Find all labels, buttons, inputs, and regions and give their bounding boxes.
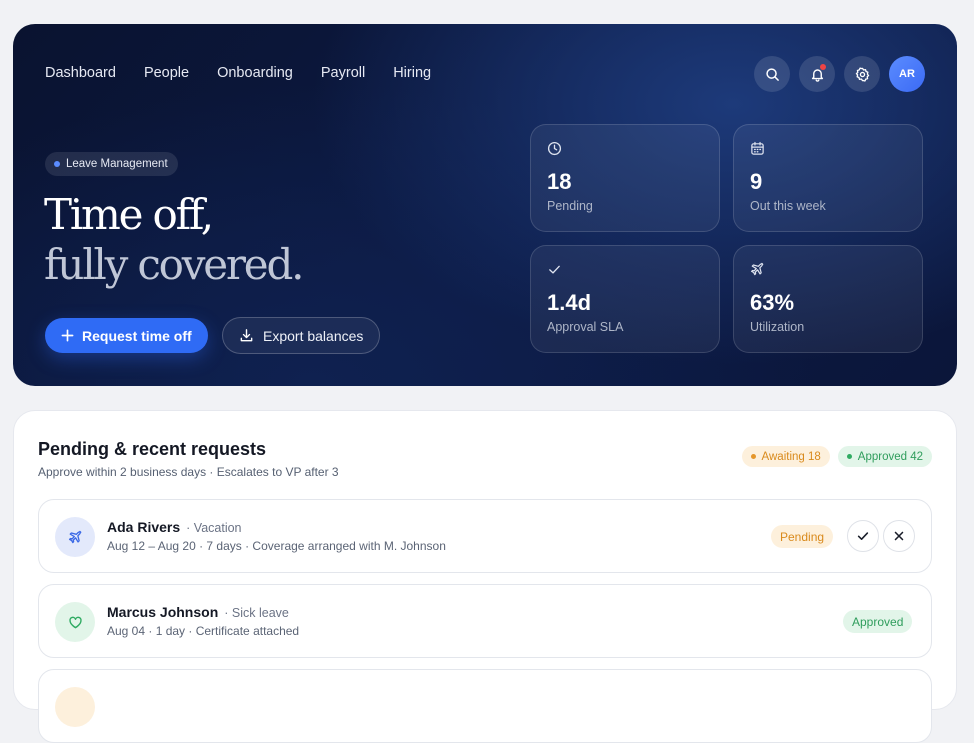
approved-badge[interactable]: Approved 42	[837, 446, 932, 467]
search-icon	[765, 67, 779, 81]
request-row[interactable]: Ada Rivers · Vacation Aug 12 – Aug 20 · 7…	[38, 499, 932, 573]
notifications-button[interactable]	[799, 56, 835, 92]
chip-label: Leave Management	[66, 158, 168, 170]
approved-label: Approved 42	[857, 450, 923, 463]
status-badge: Approved	[843, 610, 913, 633]
status-badge: Pending	[771, 525, 834, 548]
calendar-icon	[751, 141, 764, 155]
search-button[interactable]	[754, 56, 790, 92]
nav-people[interactable]: People	[144, 65, 189, 81]
reject-button[interactable]	[883, 520, 915, 552]
stat-label: Approval SLA	[547, 320, 624, 334]
clock-icon	[547, 141, 562, 156]
requests-title: Pending & recent requests	[38, 439, 267, 459]
nav-actions: AR	[754, 56, 925, 92]
settings-button[interactable]	[844, 56, 880, 92]
nav-hiring[interactable]: Hiring	[393, 65, 431, 81]
close-icon	[894, 531, 904, 541]
approved-dot	[846, 454, 852, 459]
request-avatar	[55, 517, 95, 557]
request-time-off-label: Request time off	[82, 327, 192, 344]
leave-type: · Sick leave	[224, 606, 289, 620]
stat-label: Pending	[547, 199, 593, 213]
gear-icon	[855, 66, 869, 82]
chip-dot	[54, 161, 60, 167]
summary-badges: Awaiting 18 Approved 42	[741, 446, 932, 467]
stat-card-pending: 18 Pending	[530, 124, 720, 232]
download-icon	[240, 329, 253, 342]
plane-icon	[68, 530, 81, 543]
request-time-off-button[interactable]: Request time off	[45, 318, 208, 353]
requests-card: Pending & recent requests Approve within…	[13, 410, 957, 743]
stat-value: 63%	[750, 290, 795, 315]
notification-dot	[820, 64, 826, 70]
request-avatar	[55, 687, 95, 727]
awaiting-badge[interactable]: Awaiting 18	[741, 446, 830, 467]
request-detail: Aug 12 – Aug 20 · 7 days · Coverage arra…	[107, 539, 446, 553]
section-chip: Leave Management	[45, 152, 178, 176]
request-detail: Aug 04 · 1 day · Certificate attached	[107, 624, 300, 638]
request-row[interactable]: Marcus Johnson · Sick leave Aug 04 · 1 da…	[38, 584, 932, 658]
stat-value: 9	[750, 169, 763, 194]
request-row[interactable]	[38, 669, 932, 743]
employee-name: Marcus Johnson	[107, 604, 219, 620]
stat-card-out-this-week: 9 Out this week	[733, 124, 923, 232]
nav-onboarding[interactable]: Onboarding	[217, 65, 293, 81]
stat-card-utilization: 63% Utilization	[733, 245, 923, 353]
awaiting-label: Awaiting 18	[761, 450, 821, 463]
request-name: Marcus Johnson · Sick leave	[107, 604, 289, 620]
export-balances-button[interactable]: Export balances	[222, 317, 381, 354]
plane-icon	[750, 262, 764, 276]
leave-type: · Vacation	[186, 521, 242, 535]
stat-value: 1.4d	[547, 290, 592, 315]
nav-payroll[interactable]: Payroll	[321, 65, 365, 81]
check-icon	[549, 265, 560, 274]
requests-subtitle: Approve within 2 business days · Escalat…	[38, 465, 339, 479]
hero-banner: Dashboard People Onboarding Payroll Hiri…	[13, 24, 957, 386]
page-headline: Time off, fully covered.	[44, 190, 305, 290]
export-balances-label: Export balances	[263, 327, 364, 344]
request-avatar	[55, 602, 95, 642]
headline-line-1: Time off,	[44, 190, 214, 239]
top-nav: Dashboard People Onboarding Payroll Hiri…	[45, 65, 431, 81]
user-avatar[interactable]: AR	[889, 56, 925, 92]
check-icon	[857, 532, 869, 540]
stat-value: 18	[547, 169, 572, 194]
request-name: Ada Rivers · Vacation	[107, 519, 242, 535]
stat-card-approval-sla: 1.4d Approval SLA	[530, 245, 720, 353]
plus-icon	[61, 329, 74, 342]
awaiting-dot	[750, 454, 756, 459]
headline-line-2: fully covered.	[44, 240, 305, 289]
stat-label: Out this week	[750, 199, 826, 213]
approve-button[interactable]	[847, 520, 879, 552]
nav-dashboard[interactable]: Dashboard	[45, 65, 116, 81]
stat-label: Utilization	[750, 320, 805, 334]
heart-icon	[68, 616, 82, 628]
employee-name: Ada Rivers	[107, 519, 181, 535]
